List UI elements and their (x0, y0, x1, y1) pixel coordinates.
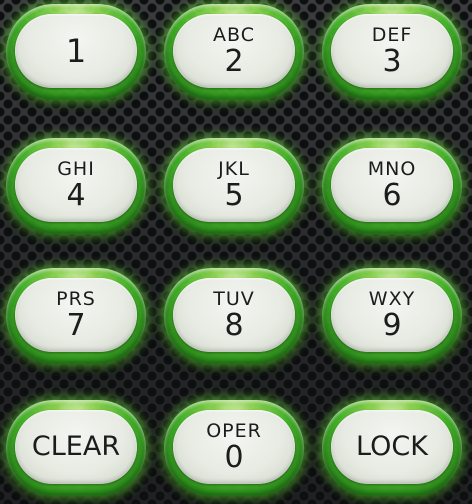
key-8-face: TUV 8 (173, 278, 295, 352)
key-0-oper[interactable]: OPER 0 (164, 400, 304, 496)
key-1[interactable]: 1 (6, 4, 146, 100)
key-5[interactable]: JKL 5 (164, 138, 304, 234)
key-0-letters: OPER (206, 420, 262, 442)
key-2-letters: ABC (213, 24, 255, 46)
key-9-digit: 9 (382, 308, 402, 343)
key-1-face: 1 (15, 14, 137, 88)
key-1-digit: 1 (65, 32, 87, 70)
lock-key-face: LOCK (331, 410, 453, 484)
key-3[interactable]: DEF 3 (322, 4, 462, 100)
key-2-digit: 2 (224, 44, 244, 79)
key-5-face: JKL 5 (173, 148, 295, 222)
key-8-digit: 8 (224, 308, 244, 343)
key-3-digit: 3 (382, 44, 402, 79)
key-6-face: MNO 6 (331, 148, 453, 222)
key-6[interactable]: MNO 6 (322, 138, 462, 234)
key-7-letters: PRS (56, 288, 96, 310)
key-5-digit: 5 (224, 178, 244, 213)
key-4-letters: GHI (57, 158, 95, 180)
clear-key-label: CLEAR (31, 431, 121, 462)
lock-key[interactable]: LOCK (322, 400, 462, 496)
clear-key-face: CLEAR (15, 410, 137, 484)
telephone-keypad: 1 ABC 2 DEF 3 GHI 4 JKL 5 MNO 6 PRS 7 TU… (0, 0, 472, 504)
key-9-face: WXY 9 (331, 278, 453, 352)
key-0-face: OPER 0 (173, 410, 295, 484)
key-9-letters: WXY (368, 288, 416, 310)
key-6-letters: MNO (367, 158, 417, 180)
key-0-digit: 0 (224, 440, 244, 475)
key-7[interactable]: PRS 7 (6, 268, 146, 364)
key-2-face: ABC 2 (173, 14, 295, 88)
key-9[interactable]: WXY 9 (322, 268, 462, 364)
key-3-letters: DEF (371, 24, 413, 46)
key-7-face: PRS 7 (15, 278, 137, 352)
key-3-face: DEF 3 (331, 14, 453, 88)
key-4-digit: 4 (66, 178, 86, 213)
key-4-face: GHI 4 (15, 148, 137, 222)
key-2[interactable]: ABC 2 (164, 4, 304, 100)
key-8[interactable]: TUV 8 (164, 268, 304, 364)
key-5-letters: JKL (218, 158, 250, 180)
lock-key-label: LOCK (356, 431, 428, 462)
key-7-digit: 7 (66, 308, 86, 343)
clear-key[interactable]: CLEAR (6, 400, 146, 496)
key-8-letters: TUV (213, 288, 255, 310)
key-6-digit: 6 (382, 178, 402, 213)
key-4[interactable]: GHI 4 (6, 138, 146, 234)
